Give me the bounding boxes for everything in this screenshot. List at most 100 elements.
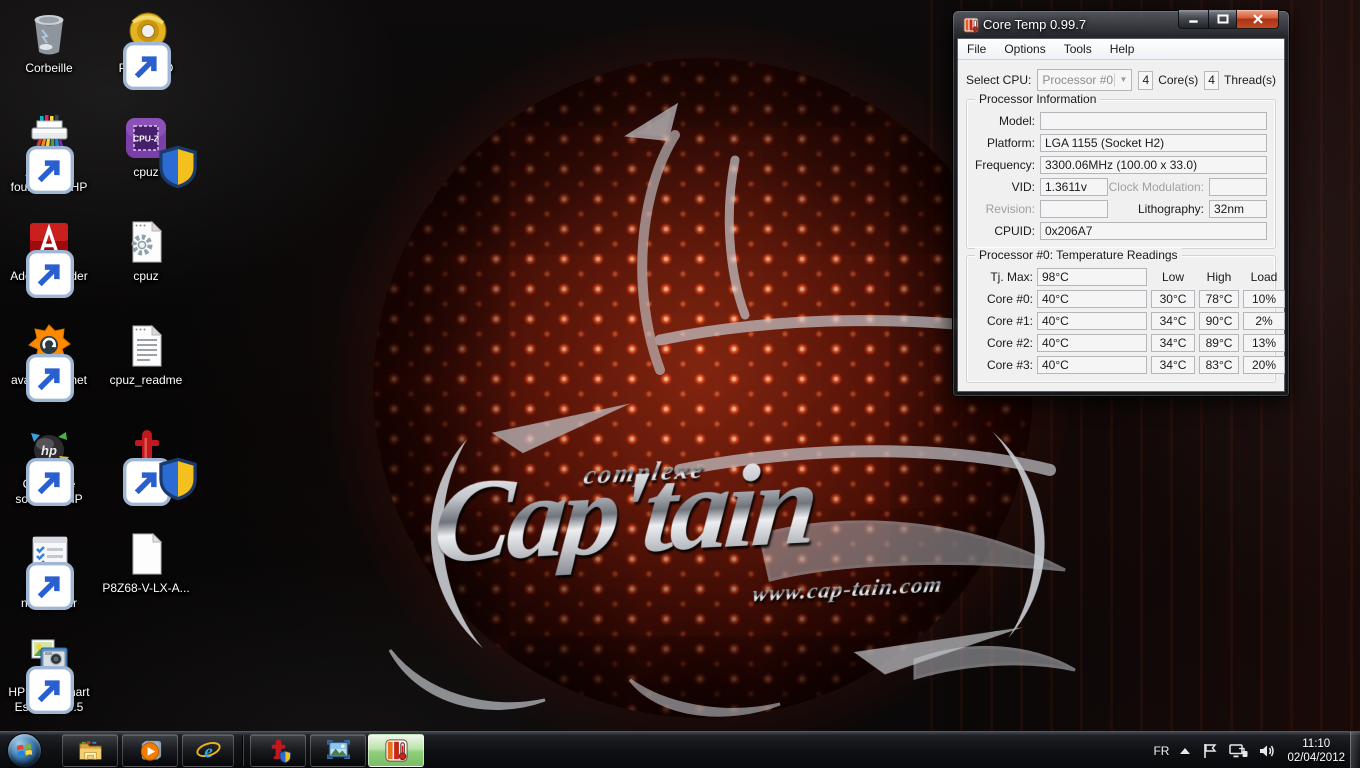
text-file-icon: [122, 322, 170, 370]
network-icon[interactable]: [1229, 743, 1248, 759]
minimize-button[interactable]: [1178, 10, 1209, 29]
desktop-icon-centre-solutions-hp[interactable]: hp Centre de solutions HP: [5, 426, 93, 507]
shortcut-arrow-icon: [26, 458, 41, 473]
core2-high-field[interactable]: 89°C: [1199, 334, 1239, 352]
hp-photosmart-icon: [25, 634, 73, 682]
desktop-icon-avast[interactable]: avast! Internet Security: [5, 322, 93, 403]
occt-icon: [265, 737, 292, 764]
coretemp-icon: [383, 737, 410, 764]
photo-viewer-icon: [325, 737, 352, 764]
core1-temp-field[interactable]: 40°C: [1037, 312, 1147, 330]
show-hidden-icons-icon[interactable]: [1180, 748, 1190, 754]
clock-modulation-field: [1209, 178, 1267, 196]
volume-icon[interactable]: [1259, 743, 1276, 759]
platform-label: Platform:: [975, 136, 1035, 150]
taskbar-occt-button[interactable]: [250, 734, 306, 767]
taskbar-media-player-button[interactable]: [122, 734, 178, 767]
taskbar-separator: [242, 735, 244, 766]
maximize-button[interactable]: [1209, 10, 1236, 29]
menu-file[interactable]: File: [958, 39, 995, 60]
group-title: Processor #0: Temperature Readings: [975, 248, 1182, 262]
menu-tools[interactable]: Tools: [1055, 39, 1101, 60]
platform-field[interactable]: LGA 1155 (Socket H2): [1040, 134, 1267, 152]
threads-count-field: 4: [1204, 71, 1219, 90]
revision-field: [1040, 200, 1108, 218]
explorer-folder-icon: [77, 737, 104, 764]
core0-temp-field[interactable]: 40°C: [1037, 290, 1147, 308]
threads-label: Thread(s): [1224, 73, 1276, 87]
core1-load-field[interactable]: 2%: [1243, 312, 1285, 330]
taskbar-clock[interactable]: 11:10 02/04/2012: [1287, 737, 1345, 765]
desktop-icon-label: Corbeille: [5, 61, 93, 76]
desktop-icon-cpuz-ini[interactable]: cpuz: [102, 218, 190, 284]
desktop-icon-adobe-reader[interactable]: Adobe Reader X: [5, 218, 93, 299]
start-button[interactable]: [7, 733, 42, 768]
window-title: Core Temp 0.99.7: [983, 17, 1086, 32]
taskbar-coretemp-button[interactable]: [368, 734, 424, 767]
cpuz-app-icon: CPU-Z: [122, 114, 170, 162]
desktop-icon-achat-fournitures-hp[interactable]: Achat de fournitures HP: [5, 114, 93, 195]
core1-high-field[interactable]: 90°C: [1199, 312, 1239, 330]
core2-temp-field[interactable]: 40°C: [1037, 334, 1147, 352]
action-center-flag-icon[interactable]: [1201, 743, 1218, 759]
frequency-label: Frequency:: [975, 158, 1035, 172]
core3-temp-field[interactable]: 40°C: [1037, 356, 1147, 374]
column-header-load: Load: [1243, 270, 1285, 284]
title-bar[interactable]: Core Temp 0.99.7: [957, 11, 1285, 38]
close-button[interactable]: [1236, 10, 1279, 29]
frequency-field[interactable]: 3300.06MHz (100.00 x 33.0): [1040, 156, 1267, 174]
taskbar-photo-viewer-button[interactable]: [310, 734, 366, 767]
cpu-combobox-value: Processor #0: [1042, 73, 1113, 87]
desktop-icon-corbeille[interactable]: Corbeille: [5, 10, 93, 76]
desktop-icon-poweriso[interactable]: PowerISO: [102, 10, 190, 76]
core0-low-field[interactable]: 30°C: [1151, 290, 1195, 308]
desktop-icon-p8z68-file[interactable]: P8Z68-V-LX-A...: [102, 530, 190, 596]
core2-low-field[interactable]: 34°C: [1151, 334, 1195, 352]
core1-low-field[interactable]: 34°C: [1151, 312, 1195, 330]
model-field[interactable]: [1040, 112, 1267, 130]
cpuid-field[interactable]: 0x206A7: [1040, 222, 1267, 240]
wallpaper-brand-main: Cap'tain: [429, 444, 819, 583]
select-cpu-label: Select CPU:: [966, 73, 1031, 87]
taskbar: e FR 11:10 02/04/2012: [0, 731, 1360, 768]
desktop-icon-cpuz-app[interactable]: CPU-Z cpuz: [102, 114, 190, 180]
select-cpu-row: Select CPU: Processor #0 ▼ 4 Core(s) 4 T…: [966, 69, 1276, 91]
core0-load-field[interactable]: 10%: [1243, 290, 1285, 308]
taskbar-ie-button[interactable]: e: [182, 734, 234, 767]
media-player-icon: [137, 737, 164, 764]
core3-load-field[interactable]: 20%: [1243, 356, 1285, 374]
vid-field[interactable]: 1.3611v: [1040, 178, 1108, 196]
group-title: Processor Information: [975, 92, 1100, 106]
desktop-icon-label: cpuz: [102, 269, 190, 284]
tjmax-field[interactable]: 98°C: [1037, 268, 1147, 286]
shortcut-arrow-icon: [26, 354, 41, 369]
tjmax-label: Tj. Max:: [975, 270, 1033, 284]
taskbar-explorer-button[interactable]: [62, 734, 118, 767]
core3-high-field[interactable]: 83°C: [1199, 356, 1239, 374]
core0-high-field[interactable]: 78°C: [1199, 290, 1239, 308]
temperature-readings-group: Processor #0: Temperature Readings Tj. M…: [966, 255, 1276, 383]
coretemp-app-icon: [963, 17, 979, 33]
show-desktop-button[interactable]: [1350, 732, 1360, 768]
desktop-icon-cpuz-readme[interactable]: cpuz_readme: [102, 322, 190, 388]
menu-options[interactable]: Options: [995, 39, 1054, 60]
svg-text:CPU-Z: CPU-Z: [133, 134, 159, 144]
clock-time: 11:10: [1287, 737, 1345, 751]
core2-label: Core #2:: [975, 336, 1033, 350]
core3-low-field[interactable]: 34°C: [1151, 356, 1195, 374]
core2-load-field[interactable]: 13%: [1243, 334, 1285, 352]
clock-modulation-label: Clock Modulation:: [1108, 180, 1204, 194]
desktop-icon-hp-photosmart[interactable]: HP Photosmart Essential 3.5: [5, 634, 93, 715]
hp-solution-center-icon: hp: [25, 426, 73, 474]
lithography-field[interactable]: 32nm: [1209, 200, 1267, 218]
windows-flag-icon: [15, 741, 34, 760]
cpu-combobox[interactable]: Processor #0 ▼: [1037, 69, 1132, 91]
desktop-icon-occt[interactable]: OCCT: [102, 426, 190, 492]
shortcut-arrow-icon: [123, 42, 138, 57]
coretemp-window: Core Temp 0.99.7 File Options Tools Help…: [952, 10, 1290, 397]
shortcut-arrow-icon: [26, 146, 41, 161]
language-indicator[interactable]: FR: [1153, 744, 1169, 758]
column-header-high: High: [1199, 270, 1239, 284]
menu-help[interactable]: Help: [1101, 39, 1144, 60]
desktop-icon-choix-navigateur[interactable]: Choix de navigateur: [5, 530, 93, 611]
